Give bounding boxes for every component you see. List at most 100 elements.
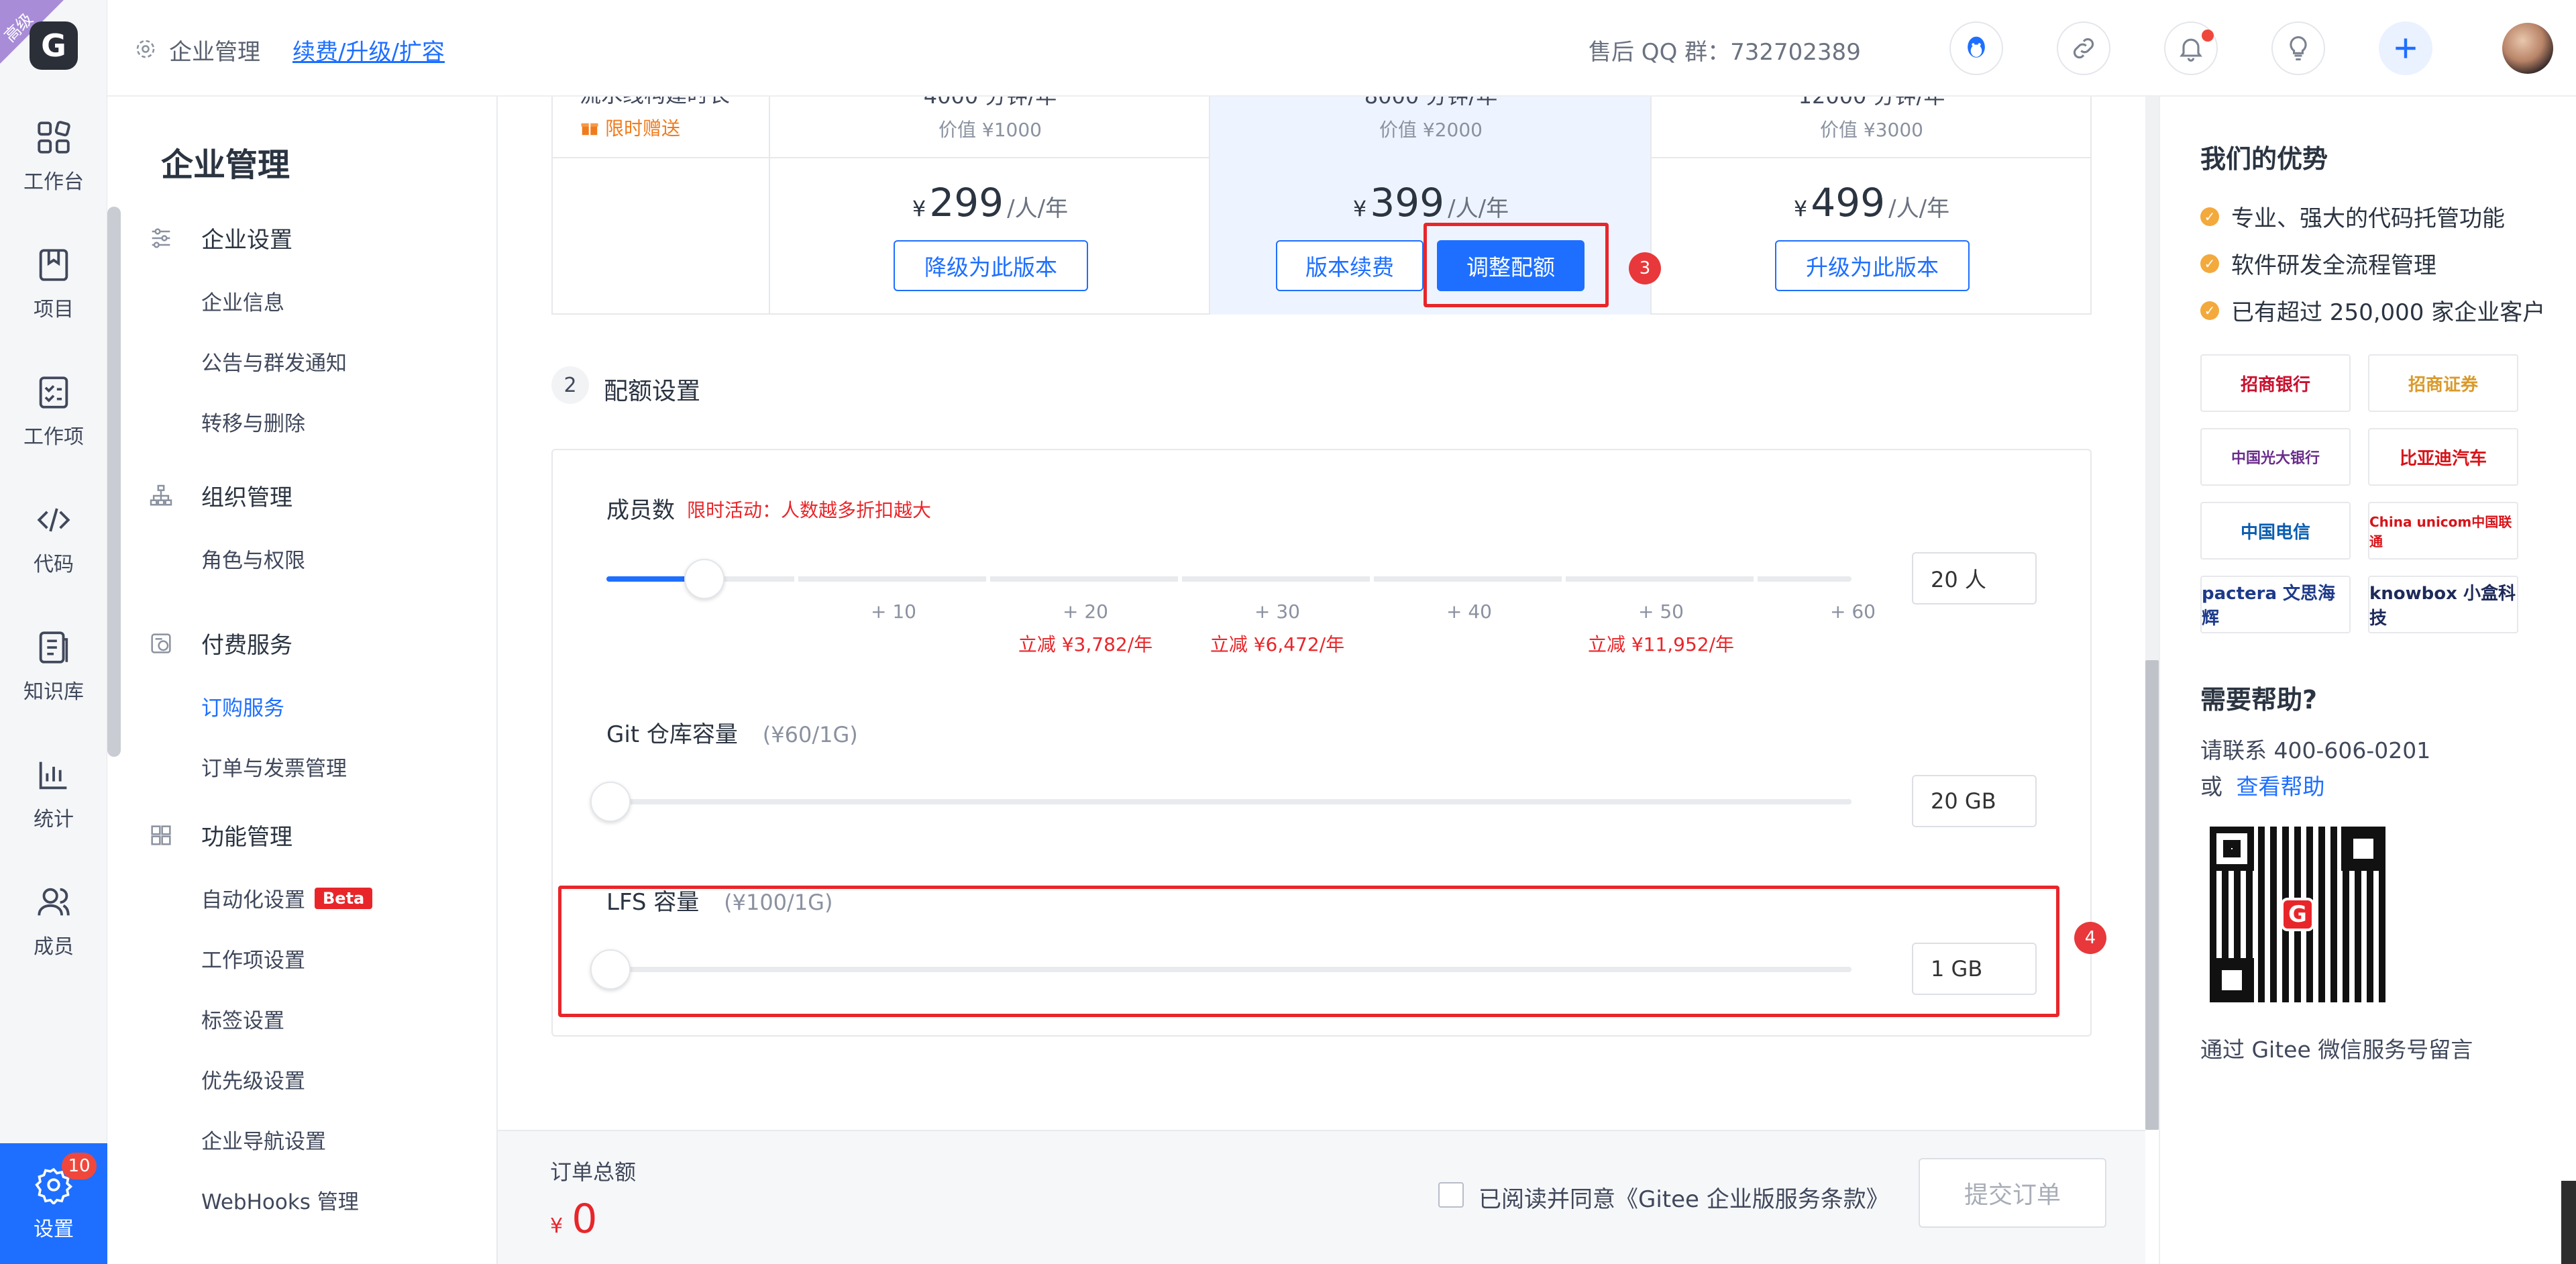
main-scrollbar-thumb[interactable]	[2145, 660, 2159, 1130]
check-icon: ✓	[2200, 207, 2219, 226]
left-rail: 高级 G 工作台 项目 工作项 代码 知识库 统计 成员 设置 10	[0, 0, 107, 1264]
rail-item-project[interactable]: 项目	[0, 227, 107, 341]
nav-item-roles[interactable]: 角色与权限	[201, 543, 305, 574]
members-tick: + 10	[871, 600, 916, 623]
order-bar: 订单总额 ¥ 0 已阅读并同意《Gitee 企业版服务条款》 提交订单	[498, 1130, 2145, 1264]
qq-button[interactable]	[1949, 21, 2003, 75]
advantages-title: 我们的优势	[2200, 144, 2328, 174]
nav-item-subscribe-service[interactable]: 订购服务	[201, 691, 284, 721]
nav-item-enterprise-info[interactable]: 企业信息	[201, 286, 284, 316]
sidebar-scrollbar[interactable]	[107, 207, 121, 757]
plan-column-basic: 4000 分钟/年 价值 ¥1000 ¥ 299 /人/年 降级为此版本	[769, 97, 1209, 315]
nav-group-label: 付费服务	[201, 632, 292, 659]
step-badge-4: 4	[2074, 922, 2106, 954]
nav-item-nav-settings[interactable]: 企业导航设置	[201, 1124, 326, 1155]
nav-item-transfer-delete[interactable]: 转移与删除	[201, 407, 305, 437]
git-value-input[interactable]: 20 GB	[1912, 775, 2037, 827]
rail-label: 项目	[34, 298, 74, 321]
members-value-input[interactable]: 20 人	[1912, 552, 2037, 604]
nav-group-org-management: 组织管理	[148, 479, 292, 512]
plan-minutes: 8000 分钟/年	[1210, 97, 1652, 110]
qq-penguin-icon	[1968, 36, 1985, 58]
nav-item-automation[interactable]: 自动化设置 Beta	[201, 883, 373, 913]
renew-upgrade-link[interactable]: 续费/升级/扩容	[292, 34, 445, 66]
nav-group-label: 功能管理	[201, 824, 292, 851]
logo-cmb: 招商银行	[2200, 354, 2351, 412]
plan-price: ¥ 499 /人/年	[1652, 180, 2092, 225]
check-icon: ✓	[2200, 301, 2219, 320]
notification-button[interactable]	[2164, 21, 2218, 75]
members-slider-handle[interactable]	[684, 559, 724, 599]
rail-item-stats[interactable]: 统计	[0, 737, 107, 851]
tips-button[interactable]	[2271, 21, 2325, 75]
git-slider-track[interactable]	[606, 799, 1851, 804]
downgrade-button[interactable]: 降级为此版本	[894, 240, 1088, 291]
help-link[interactable]: 查看帮助	[2237, 774, 2325, 800]
qq-group-text: 售后 QQ 群：732702389	[1589, 39, 1861, 66]
avatar[interactable]	[2502, 23, 2553, 74]
paid-service-icon	[151, 633, 171, 653]
price-value: 399	[1370, 180, 1445, 225]
quota-title: 配额设置	[604, 378, 701, 405]
nav-item-webhooks[interactable]: WebHooks 管理	[201, 1185, 359, 1215]
knowledge-icon	[39, 631, 68, 664]
order-amount: 0	[572, 1196, 598, 1243]
nav-group-paid-services: 付费服务	[148, 627, 292, 660]
advantage-text: 软件研发全流程管理	[2231, 252, 2436, 279]
nav-item-priority-settings[interactable]: 优先级设置	[201, 1064, 305, 1094]
order-total-label: 订单总额	[550, 1159, 637, 1185]
rail-label: 设置	[34, 1218, 74, 1241]
main-scrollbar-track	[2145, 97, 2159, 1130]
upgrade-button[interactable]: 升级为此版本	[1775, 240, 1970, 291]
nav-group-enterprise-settings: 企业设置	[148, 221, 292, 254]
git-capacity-label: Git 仓库容量 (¥60/1G)	[606, 716, 858, 749]
members-saving: 立减 ¥3,782/年	[1018, 633, 1153, 655]
nav-item-orders-invoices[interactable]: 订单与发票管理	[201, 751, 347, 782]
stats-icon	[39, 761, 67, 790]
org-tree-icon	[150, 484, 172, 506]
rail-item-knowledge[interactable]: 知识库	[0, 609, 107, 723]
agree-checkbox[interactable]	[1438, 1182, 1464, 1208]
pricing-table: 流水线构建时长 限时赠送 4000 分钟/年 价值 ¥1000 ¥ 299 /人…	[551, 97, 2092, 315]
rail-item-code[interactable]: 代码	[0, 482, 107, 596]
agree-terms-text[interactable]: 已阅读并同意《Gitee 企业版服务条款》	[1479, 1181, 1889, 1214]
logo-knowbox: knowbox 小盒科技	[2368, 576, 2518, 633]
members-tick: + 50	[1638, 600, 1684, 623]
price-unit: /人/年	[1888, 195, 1950, 222]
check-icon: ✓	[2200, 254, 2219, 273]
help-or: 或	[2200, 774, 2222, 800]
rail-item-workbench[interactable]: 工作台	[0, 99, 107, 213]
nav-item-label-settings[interactable]: 标签设置	[201, 1004, 284, 1034]
main-content: 流水线构建时长 限时赠送 4000 分钟/年 价值 ¥1000 ¥ 299 /人…	[498, 97, 2145, 1130]
right-panel: 我们的优势 ✓ 专业、强大的代码托管功能 ✓ 软件研发全流程管理 ✓ 已有超过 250…	[2159, 97, 2576, 1264]
help-title: 需要帮助?	[2200, 685, 2318, 715]
sidebar-heading: 企业管理	[161, 146, 290, 184]
project-icon	[39, 249, 68, 281]
qr-finder	[2348, 833, 2379, 864]
submit-order-button[interactable]: 提交订单	[1919, 1158, 2106, 1228]
rail-label: 工作台	[23, 170, 84, 194]
rail-logo[interactable]: 高级 G	[0, 0, 107, 94]
task-icon	[39, 376, 68, 409]
rail-item-settings[interactable]: 设置 10	[0, 1143, 107, 1264]
nav-item-task-settings[interactable]: 工作项设置	[201, 943, 305, 973]
create-button[interactable]	[2379, 21, 2432, 75]
link-button[interactable]	[2057, 21, 2110, 75]
rail-item-task[interactable]: 工作项	[0, 354, 107, 468]
workbench-icon	[38, 121, 70, 154]
members-slider-track[interactable]	[606, 576, 1851, 582]
logo-ceb: 中国光大银行	[2200, 428, 2351, 486]
renew-button[interactable]: 版本续费	[1276, 240, 1424, 291]
git-slider-handle[interactable]	[590, 782, 631, 822]
nav-group-feature-management: 功能管理	[148, 819, 292, 851]
rail-item-members[interactable]: 成员	[0, 864, 107, 978]
help-alt: 或 查看帮助	[2200, 769, 2325, 801]
grid-icon	[151, 825, 171, 845]
nav-item-announcement[interactable]: 公告与群发通知	[201, 346, 347, 376]
currency-symbol: ¥	[1352, 196, 1367, 221]
highlight-box-adjust	[1424, 223, 1609, 307]
logo-cms: 招商证券	[2368, 354, 2518, 412]
nav-group-label: 企业设置	[201, 227, 292, 254]
members-tick: + 20	[1063, 600, 1108, 623]
members-saving: 立减 ¥6,472/年	[1210, 633, 1345, 655]
